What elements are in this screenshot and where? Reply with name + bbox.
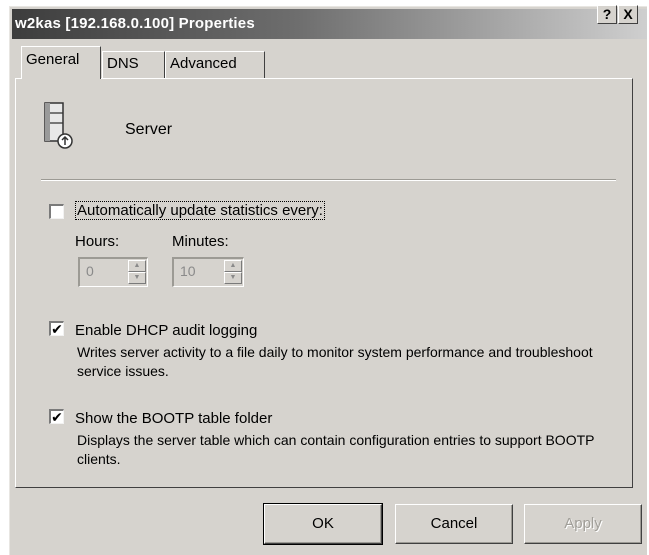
server-label: Server [125, 121, 173, 138]
minutes-label: Minutes: [172, 233, 229, 250]
dhcp-audit-description: Writes server activity to a file daily t… [77, 344, 593, 379]
minutes-down-arrow-icon[interactable]: ▼ [224, 272, 242, 284]
hours-spinner[interactable]: 0 ▲ ▼ [78, 257, 148, 287]
bootp-label[interactable]: Show the BOOTP table folder [75, 410, 272, 427]
dhcp-audit-label[interactable]: Enable DHCP audit logging [75, 322, 257, 339]
ok-button[interactable]: OK [263, 503, 383, 545]
tab-general[interactable]: General [21, 46, 101, 79]
bootp-checkbox[interactable]: ✔ [49, 409, 64, 424]
apply-button[interactable]: Apply [524, 504, 642, 544]
hours-value[interactable]: 0 [86, 263, 94, 279]
title-bar[interactable]: w2kas [192.168.0.100] Properties [12, 9, 647, 39]
hours-up-arrow-icon[interactable]: ▲ [128, 260, 146, 272]
hours-label: Hours: [75, 233, 120, 250]
hours-down-arrow-icon[interactable]: ▼ [128, 272, 146, 284]
auto-update-label[interactable]: Automatically update statistics every: [75, 201, 325, 220]
auto-update-checkbox[interactable] [49, 204, 64, 219]
window-title: w2kas [192.168.0.100] Properties [15, 15, 255, 32]
minutes-up-arrow-icon[interactable]: ▲ [224, 260, 242, 272]
dhcp-audit-checkbox[interactable]: ✔ [49, 321, 64, 336]
minutes-spinner[interactable]: 10 ▲ ▼ [172, 257, 244, 287]
tab-dns[interactable]: DNS [102, 51, 165, 78]
separator [41, 179, 616, 181]
server-icon [44, 102, 73, 149]
cancel-button[interactable]: Cancel [395, 504, 513, 544]
tab-advanced[interactable]: Advanced [165, 51, 265, 78]
bootp-description: Displays the server table which can cont… [77, 432, 595, 467]
minutes-value[interactable]: 10 [180, 263, 196, 279]
close-button[interactable]: X [618, 5, 638, 24]
help-button[interactable]: ? [597, 5, 617, 24]
